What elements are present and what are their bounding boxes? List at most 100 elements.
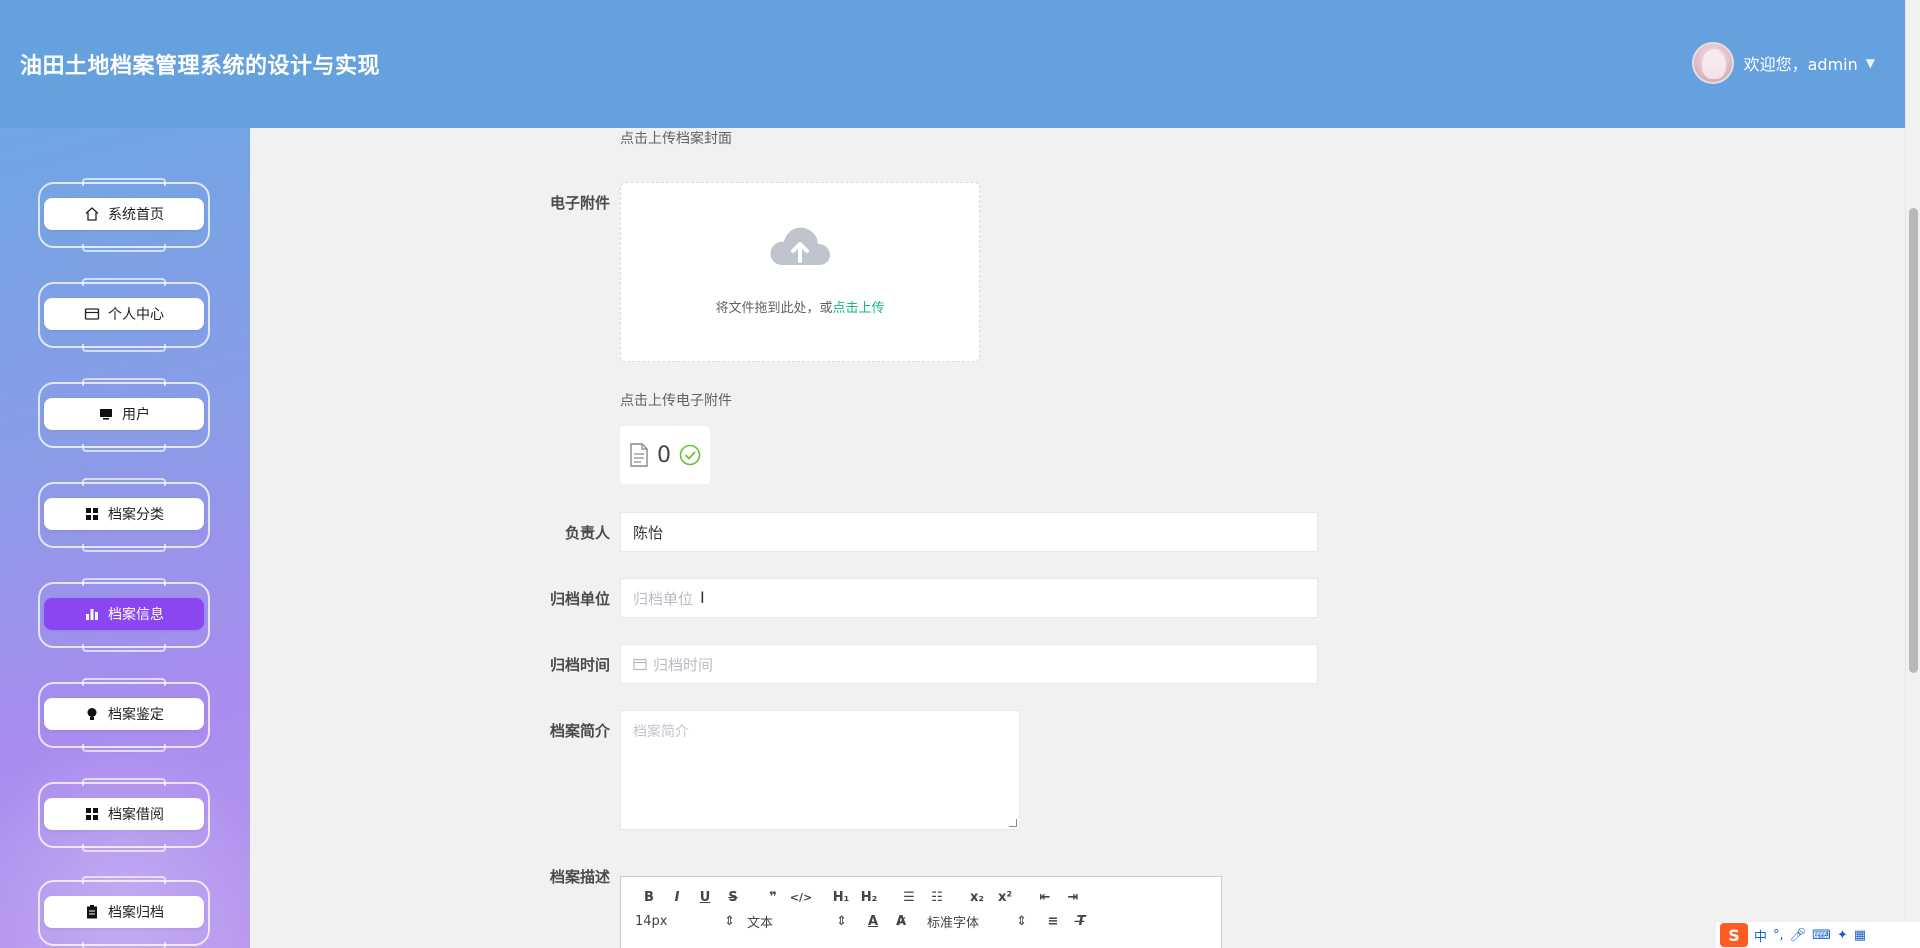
sidebar-item-home[interactable]: 系统首页 <box>38 178 210 252</box>
sidebar-item-label: 个人中心 <box>108 307 164 323</box>
time-placeholder: 归档时间 <box>653 655 714 674</box>
apps-icon[interactable]: ▦ <box>1854 928 1866 943</box>
format-select[interactable]: 文本 ⇕ <box>747 912 847 931</box>
sidebar-item-users[interactable]: 用户 <box>38 378 210 452</box>
grid-icon <box>84 506 100 522</box>
ordered-list-icon[interactable]: ☰ <box>895 887 923 907</box>
attachment-dropzone[interactable]: 将文件拖到此处，或点击上传 <box>620 182 980 362</box>
select-arrows-icon: ⇕ <box>724 913 735 929</box>
dropzone-text: 将文件拖到此处，或点击上传 <box>621 297 979 316</box>
underline-icon[interactable]: U <box>691 887 719 907</box>
format-value: 文本 <box>747 915 774 931</box>
welcome-text[interactable]: 欢迎您，admin <box>1744 51 1858 75</box>
time-label: 归档时间 <box>549 656 610 674</box>
intro-textarea[interactable]: 档案简介 <box>620 710 1020 830</box>
punctuation-icon[interactable]: °, <box>1773 928 1784 943</box>
sidebar-item-filing[interactable]: 档案归档 <box>38 876 210 948</box>
microphone-icon[interactable]: 🎤︎ <box>1790 928 1807 943</box>
cloud-upload-icon <box>770 227 830 265</box>
sidebar-button-appraisal[interactable]: 档案鉴定 <box>44 698 204 730</box>
font-family-select[interactable]: 标准字体 ⇕ <box>927 912 1027 931</box>
italic-icon[interactable]: I <box>663 887 691 907</box>
sidebar-item-archive-info[interactable]: 档案信息 <box>38 578 210 652</box>
select-arrows-icon: ⇕ <box>836 913 847 929</box>
grid-icon <box>84 806 100 822</box>
editor-toolbar-row-2: 14px ⇕ 文本 ⇕ A A̷ 标准字体 ⇕ ≡ T̶ <box>635 911 1095 931</box>
bold-icon[interactable]: B <box>635 887 663 907</box>
clear-format-icon[interactable]: T̶ <box>1067 911 1095 931</box>
superscript-icon[interactable]: x² <box>991 887 1019 907</box>
keyboard-icon[interactable]: ⌨ <box>1812 928 1831 943</box>
document-icon <box>630 443 648 467</box>
sidebar-item-appraisal[interactable]: 档案鉴定 <box>38 678 210 752</box>
skin-icon[interactable]: ✦ <box>1837 928 1848 943</box>
strike-icon[interactable]: S <box>719 887 747 907</box>
ime-language[interactable]: 中 <box>1754 926 1767 945</box>
check-circle-icon <box>679 444 701 466</box>
select-arrows-icon: ⇕ <box>1016 913 1027 929</box>
file-count: 0 <box>657 442 671 468</box>
sidebar-button-archive-info[interactable]: 档案信息 <box>44 598 204 630</box>
home-icon <box>84 206 100 222</box>
cover-upload-hint: 点击上传档案封面 <box>620 131 732 147</box>
sidebar-button-category[interactable]: 档案分类 <box>44 498 204 530</box>
font-size-select[interactable]: 14px ⇕ <box>635 914 735 929</box>
clipboard-icon <box>84 904 100 920</box>
unit-placeholder: 归档单位 <box>633 589 694 608</box>
sidebar-item-borrow[interactable]: 档案借阅 <box>38 778 210 852</box>
attachment-upload-hint: 点击上传电子附件 <box>620 393 732 409</box>
text-color-icon[interactable]: A <box>859 911 887 931</box>
font-family-value: 标准字体 <box>927 915 980 931</box>
sidebar-item-label: 系统首页 <box>108 207 164 223</box>
scrollbar-thumb[interactable] <box>1909 208 1918 673</box>
indent-icon[interactable]: ⇥ <box>1059 887 1087 907</box>
sidebar-button-filing[interactable]: 档案归档 <box>44 896 204 928</box>
heading1-icon[interactable]: H₁ <box>827 887 855 907</box>
intro-placeholder: 档案简介 <box>633 724 689 740</box>
bar-chart-icon <box>84 606 100 622</box>
align-icon[interactable]: ≡ <box>1039 911 1067 931</box>
ime-toolbar[interactable]: S 中 °, 🎤︎ ⌨ ✦ ▦ <box>1716 922 1920 948</box>
rich-text-editor[interactable]: B I U S ❞ </> H₁ H₂ ☰ ☷ x₂ x² ⇤ ⇥ 14px ⇕ <box>620 876 1222 948</box>
outdent-icon[interactable]: ⇤ <box>1031 887 1059 907</box>
id-card-icon <box>84 306 100 322</box>
owner-label: 负责人 <box>564 524 610 542</box>
sidebar-button-borrow[interactable]: 档案借阅 <box>44 798 204 830</box>
blockquote-icon[interactable]: ❞ <box>759 887 787 907</box>
sidebar-button-profile[interactable]: 个人中心 <box>44 298 204 330</box>
avatar[interactable] <box>1691 42 1734 84</box>
heading2-icon[interactable]: H₂ <box>855 887 883 907</box>
background-color-icon[interactable]: A̷ <box>887 911 915 931</box>
sidebar-item-label: 档案归档 <box>108 905 164 921</box>
bullet-list-icon[interactable]: ☷ <box>923 887 951 907</box>
click-upload-link[interactable]: 点击上传 <box>833 301 885 316</box>
editor-toolbar-row-1: B I U S ❞ </> H₁ H₂ ☰ ☷ x₂ x² ⇤ ⇥ <box>635 887 1087 907</box>
sidebar: 系统首页 个人中心 用户 档案分类 档案信息 档案鉴定 档案借阅 档案归档 <box>0 128 250 948</box>
sidebar-item-label: 档案分类 <box>108 507 164 523</box>
chevron-down-icon[interactable]: ▼ <box>1866 56 1875 70</box>
bulb-icon <box>84 706 100 722</box>
user-menu[interactable]: 欢迎您，admin ▼ <box>1691 42 1875 84</box>
archive-form: 点击上传档案封面 电子附件 将文件拖到此处，或点击上传 点击上传电子附件 0 负… <box>250 128 1905 948</box>
page-scrollbar[interactable] <box>1905 0 1920 948</box>
sidebar-item-label: 档案鉴定 <box>108 707 164 723</box>
unit-input[interactable]: 归档单位 <box>620 578 1318 618</box>
calendar-icon <box>633 658 647 671</box>
code-icon[interactable]: </> <box>787 887 815 907</box>
unit-label: 归档单位 <box>549 590 610 608</box>
uploaded-file-item[interactable]: 0 <box>620 426 710 484</box>
sidebar-item-category[interactable]: 档案分类 <box>38 478 210 552</box>
sidebar-item-profile[interactable]: 个人中心 <box>38 278 210 352</box>
subscript-icon[interactable]: x₂ <box>963 887 991 907</box>
owner-input[interactable]: 陈怡 <box>620 512 1318 552</box>
time-picker[interactable]: 归档时间 <box>620 644 1318 684</box>
sidebar-item-label: 档案信息 <box>108 607 164 623</box>
attachment-label: 电子附件 <box>549 194 610 212</box>
monitor-icon <box>98 406 114 422</box>
sidebar-button-users[interactable]: 用户 <box>44 398 204 430</box>
app-title: 油田土地档案管理系统的设计与实现 <box>20 54 381 79</box>
font-size-value: 14px <box>635 913 668 929</box>
sidebar-item-label: 用户 <box>122 407 150 423</box>
sidebar-button-home[interactable]: 系统首页 <box>44 198 204 230</box>
text-cursor-icon: I <box>700 588 705 607</box>
